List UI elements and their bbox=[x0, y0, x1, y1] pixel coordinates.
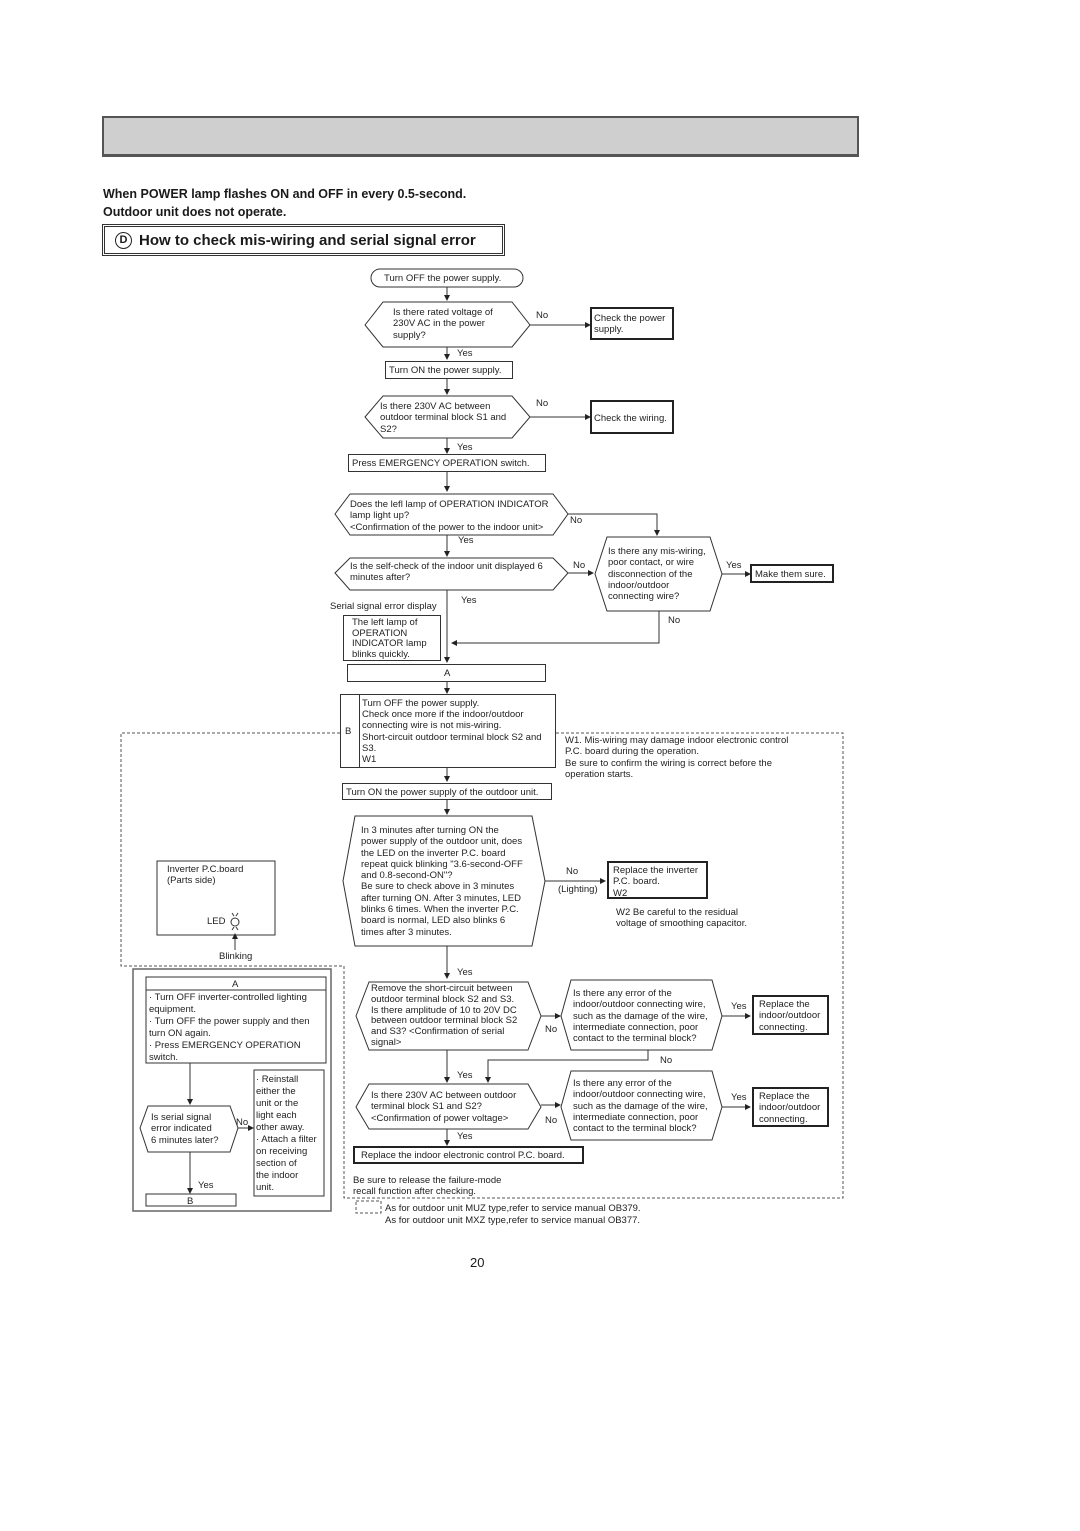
subflow-a-steps: · Turn OFF inverter-controlled lighting … bbox=[149, 992, 310, 1063]
yes-label: Yes bbox=[461, 595, 477, 606]
replace-connecting-text-1: Replace the indoor/outdoor connecting. bbox=[759, 999, 821, 1033]
question-wire-error-2: Is there any error of the indoor/outdoor… bbox=[573, 1078, 708, 1135]
question-led-blinking: In 3 minutes after turning ON the power … bbox=[361, 825, 523, 938]
question-miswiring: Is there any mis-wiring, poor contact, o… bbox=[608, 546, 706, 603]
yes-label: Yes bbox=[726, 560, 742, 571]
press-emergency-text: Press EMERGENCY OPERATION switch. bbox=[352, 458, 530, 469]
yes-label: Yes bbox=[731, 1001, 747, 1012]
make-sure-box: Make them sure. bbox=[750, 564, 834, 583]
serial-error-label: Serial signal error display bbox=[330, 601, 437, 612]
replace-inverter-box: Replace the inverter P.C. board. W2 bbox=[607, 861, 708, 899]
inverter-board-title: Inverter P.C.board (Parts side) bbox=[167, 864, 244, 887]
turn-on-text: Turn ON the power supply. bbox=[389, 365, 502, 376]
dashed-legend-swatch bbox=[355, 1200, 382, 1214]
start-step: Turn OFF the power supply. bbox=[384, 273, 502, 284]
make-sure-text: Make them sure. bbox=[755, 569, 826, 580]
lighting-label: (Lighting) bbox=[558, 884, 598, 895]
question-self-check: Is the self-check of the indoor unit dis… bbox=[350, 561, 543, 584]
turn-on-box: Turn ON the power supply. bbox=[385, 361, 513, 379]
question-power-voltage: Is there 230V AC between outdoor termina… bbox=[371, 1090, 517, 1124]
turn-on-outdoor-text: Turn ON the power supply of the outdoor … bbox=[346, 787, 539, 798]
check-wiring-text: Check the wiring. bbox=[594, 413, 667, 424]
question-left-lamp: Does the lefl lamp of OPERATION INDICATO… bbox=[350, 499, 549, 533]
replace-inverter-text: Replace the inverter P.C. board. W2 bbox=[613, 865, 699, 899]
step-b-text2: Short-circuit outdoor terminal block S2 … bbox=[362, 732, 542, 765]
connector-a-label: A bbox=[444, 668, 451, 679]
check-power-box: Check the power supply. bbox=[590, 307, 674, 340]
replace-indoor-pcb-text: Replace the indoor electronic control P.… bbox=[361, 1150, 565, 1161]
no-label: No bbox=[536, 310, 549, 321]
yes-label: Yes bbox=[458, 535, 474, 546]
yes-label: Yes bbox=[457, 442, 473, 453]
subflow-a-remedy: · Reinstall either the unit or the light… bbox=[256, 1074, 317, 1193]
page-number: 20 bbox=[470, 1255, 485, 1270]
no-label: No bbox=[660, 1055, 673, 1066]
replace-indoor-pcb-box: Replace the indoor electronic control P.… bbox=[353, 1146, 584, 1164]
blinking-label: Blinking bbox=[219, 951, 253, 962]
press-emergency-box: Press EMERGENCY OPERATION switch. bbox=[348, 454, 546, 472]
connector-a-box: A bbox=[347, 664, 546, 682]
check-wiring-box: Check the wiring. bbox=[590, 400, 674, 434]
left-lamp-blinks-text: The left lamp of OPERATION INDICATOR lam… bbox=[352, 617, 427, 660]
yes-label: Yes bbox=[457, 1131, 473, 1142]
check-power-text: Check the power supply. bbox=[594, 313, 666, 336]
yes-label: Yes bbox=[457, 1070, 473, 1081]
subflow-a-no: No bbox=[236, 1117, 249, 1128]
step-b-divider bbox=[359, 695, 360, 767]
turn-on-outdoor-box: Turn ON the power supply of the outdoor … bbox=[342, 783, 552, 800]
question-amplitude: Remove the short-circuit between outdoor… bbox=[371, 983, 518, 1048]
subflow-a-question: Is serial signal error indicated 6 minut… bbox=[151, 1112, 219, 1146]
connector-b-label: B bbox=[345, 726, 352, 737]
no-label: No bbox=[570, 515, 583, 526]
question-230v-s1s2: Is there 230V AC between outdoor termina… bbox=[380, 401, 507, 435]
no-label: No bbox=[545, 1115, 558, 1126]
yes-label: Yes bbox=[731, 1092, 747, 1103]
subflow-a-header: A bbox=[232, 979, 239, 990]
legend-muz: As for outdoor unit MUZ type,refer to se… bbox=[385, 1203, 641, 1214]
no-label: No bbox=[573, 560, 586, 571]
no-label: No bbox=[536, 398, 549, 409]
legend-mxz: As for outdoor unit MXZ type,refer to se… bbox=[385, 1215, 641, 1226]
note-w2: W2 Be careful to the residual voltage of… bbox=[616, 907, 747, 930]
release-note: Be sure to release the failure-mode reca… bbox=[353, 1175, 502, 1198]
no-label: No bbox=[545, 1024, 558, 1035]
yes-label: Yes bbox=[457, 348, 473, 359]
subflow-a-yes: Yes bbox=[198, 1180, 214, 1191]
no-label: No bbox=[668, 615, 681, 626]
replace-connecting-box-2: Replace the indoor/outdoor connecting. bbox=[752, 1087, 829, 1127]
question-rated-voltage: Is there rated voltage of 230V AC in the… bbox=[393, 307, 493, 341]
note-w1: W1. Mis-wiring may damage indoor electro… bbox=[565, 735, 789, 780]
question-wire-error-1: Is there any error of the indoor/outdoor… bbox=[573, 988, 708, 1045]
led-label: LED bbox=[207, 916, 226, 927]
yes-label: Yes bbox=[457, 967, 473, 978]
replace-connecting-box-1: Replace the indoor/outdoor connecting. bbox=[752, 995, 829, 1035]
step-b-box: B Turn OFF the power supply. Check once … bbox=[340, 694, 556, 768]
subflow-a-footer: B bbox=[187, 1196, 194, 1207]
no-label: No bbox=[566, 866, 579, 877]
step-b-text1: Turn OFF the power supply. Check once mo… bbox=[362, 698, 524, 731]
left-lamp-blinks-box: The left lamp of OPERATION INDICATOR lam… bbox=[343, 615, 441, 661]
replace-connecting-text-2: Replace the indoor/outdoor connecting. bbox=[759, 1091, 821, 1125]
